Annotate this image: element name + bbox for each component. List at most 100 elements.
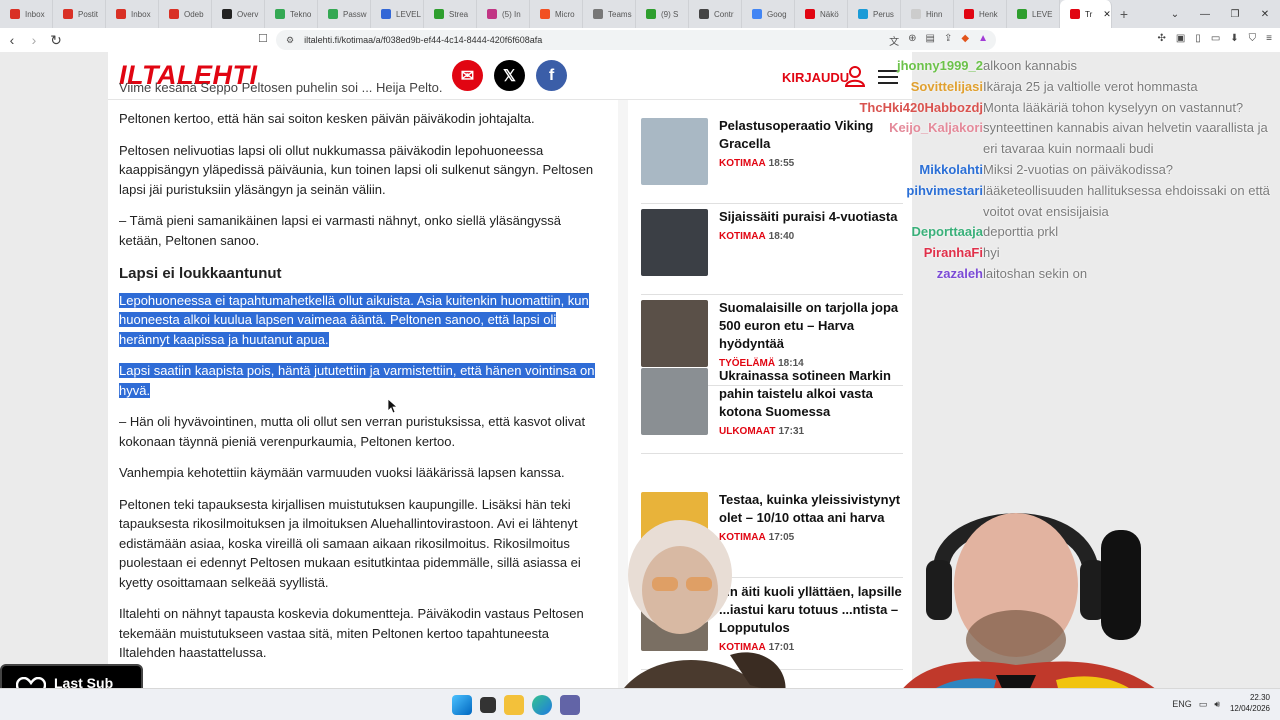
news-thumbnail[interactable] [641,368,708,435]
close-tab-icon[interactable]: ✕ [1103,9,1111,20]
chat-text: deporttia prkl [983,224,1059,240]
news-headline[interactable]: Ukrainassa sotineen Markin pahin taistel… [719,367,903,421]
language-indicator[interactable]: ENG [1172,699,1192,710]
brave-shield-icon[interactable]: ◆ [961,33,969,48]
browser-tab[interactable]: Inbox [106,0,159,28]
news-category[interactable]: ULKOMAAT [719,426,775,437]
downloads-icon[interactable]: ⬇ [1230,33,1238,44]
chat-username: PiranhaFi [923,245,983,261]
zoom-icon[interactable]: ⊕ [908,33,916,48]
tab-label: Perus [873,9,894,19]
browser-tab[interactable]: Inbox [0,0,53,28]
browser-tab[interactable]: Passw [318,0,371,28]
news-time: 18:55 [768,158,795,169]
chat-text: synteettinen kannabis aivan helvetin vaa… [983,120,1268,157]
tab-label: Teams [608,9,632,19]
tab-label: LEVE [1032,9,1053,19]
browser-tab[interactable]: LEVE [1007,0,1060,28]
bookmark-icon[interactable]: ☐ [258,32,268,45]
maximize-icon[interactable]: ❐ [1220,9,1250,20]
browser-actions: ✣ ▣ ▯ ▭ ⬇ ⛉ ≡ [1157,33,1272,44]
chat-username: Sovittelijasi [910,78,983,94]
tab-label: Micro [555,9,575,19]
tab-label: Inbox [25,9,45,19]
back-arrow-icon[interactable]: ‹ [2,32,22,48]
mouse-cursor-icon [388,399,398,413]
start-icon[interactable] [452,695,472,715]
news-category[interactable]: KOTIMAA [719,158,766,169]
taskbar-apps [452,695,580,715]
browser-tab[interactable]: Contr [689,0,742,28]
address-bar[interactable]: ⚙ iltalehti.fi/kotimaa/a/f038ed9b-ef44-4… [276,30,996,50]
tab-label: Strea [449,9,469,19]
tab-label: Inbox [131,9,151,19]
browser-tab[interactable]: LEVEL [371,0,424,28]
browser-tab[interactable]: (9) S [636,0,689,28]
chat-username: ThcHki420Habbozdj [859,99,983,115]
selected-paragraph: Lapsi saatiin kaapista pois, häntä jutut… [119,361,607,400]
section-heading: Lapsi ei loukkaantunut [119,265,282,282]
tab-label: (5) In [502,9,521,19]
tab-label: Contr [714,9,734,19]
tab-favicon-icon [10,9,20,19]
news-thumbnail[interactable] [641,300,708,367]
browser-tab-active[interactable]: Tr ✕ [1060,0,1112,28]
file-explorer-icon[interactable] [504,695,524,715]
news-headline-block[interactable]: Ukrainassa sotineen Markin pahin taistel… [719,367,903,441]
tab-groups-icon[interactable]: ▣ [1176,33,1185,44]
news-list-item[interactable]: Ukrainassa sotineen Markin pahin taistel… [641,368,903,454]
vpn-icon[interactable]: ⛉ [1249,33,1257,44]
browser-tab[interactable]: Overv [212,0,265,28]
news-headline[interactable]: Suomalaisille on tarjolla jopa 500 euron… [719,299,903,353]
tab-favicon-icon [964,9,974,19]
browser-tab[interactable]: Odeb [159,0,212,28]
extensions-icon[interactable]: ✣ [1157,33,1165,44]
system-clock[interactable]: 22.30 12/04/2026 [1230,692,1270,714]
browser-tab[interactable]: Teams [583,0,636,28]
news-thumbnail[interactable] [641,118,708,185]
news-thumbnail[interactable] [641,209,708,276]
reload-icon[interactable]: ↻ [46,32,66,49]
volume-icon[interactable]: 🔊︎ [1214,699,1220,710]
browser-tab[interactable]: (5) In [477,0,530,28]
wallet-icon[interactable]: ▭ [1211,33,1220,44]
tab-favicon-icon [434,9,444,19]
store-icon[interactable] [560,695,580,715]
new-tab-icon[interactable]: + [1112,6,1136,22]
chat-text: alkoon kannabis [983,58,1077,73]
url-text[interactable]: iltalehti.fi/kotimaa/a/f038ed9b-ef44-4c1… [304,35,542,45]
address-bar-icons: ⽂ ⊕ ▤ ⇪ ◆ ▲ [889,33,988,48]
chat-message: Mikkolahti Miksi 2-vuotias on päiväkodiss… [838,160,1278,181]
tab-favicon-icon [222,9,232,19]
browser-tab[interactable]: Perus [848,0,901,28]
news-category[interactable]: KOTIMAA [719,231,766,242]
share-icon[interactable]: ⇪ [944,33,952,48]
tab-label: (9) S [661,9,679,19]
minimize-icon[interactable]: — [1190,9,1220,20]
browser-tab[interactable]: Henk [954,0,1007,28]
browser-tab[interactable]: Strea [424,0,477,28]
chat-username: Mikkolahti [919,161,983,177]
forward-arrow-icon[interactable]: › [24,32,44,48]
network-icon[interactable]: ▭ [1199,699,1208,710]
site-info-icon[interactable]: ⚙ [286,35,294,46]
edge-icon[interactable] [532,695,552,715]
news-headline-block[interactable]: Suomalaisille on tarjolla jopa 500 euron… [719,299,903,373]
task-view-icon[interactable] [480,697,496,713]
article-paragraph: Iltalehti on nähnyt tapausta koskevia do… [119,606,584,660]
close-window-icon[interactable]: ✕ [1250,9,1280,20]
chat-message: pihvimestari lääketeollisuuden hallitukse… [838,181,1278,223]
chat-text: lääketeollisuuden hallituksessa ehdoissa… [983,182,1270,219]
translate-icon[interactable]: ⽂ [889,33,899,48]
sidebar-icon[interactable]: ▯ [1195,33,1201,44]
menu-icon[interactable]: ≡ [1266,33,1272,44]
reader-icon[interactable]: ▤ [926,33,935,48]
rewards-icon[interactable]: ▲ [978,33,988,48]
browser-tab[interactable]: Micro [530,0,583,28]
browser-tab[interactable]: Näkö [795,0,848,28]
browser-tab[interactable]: Postit [53,0,106,28]
tab-search-icon[interactable]: ⌄ [1160,9,1190,20]
browser-tab[interactable]: Goog [742,0,795,28]
browser-tab[interactable]: Tekno [265,0,318,28]
browser-tab[interactable]: Hinn [901,0,954,28]
